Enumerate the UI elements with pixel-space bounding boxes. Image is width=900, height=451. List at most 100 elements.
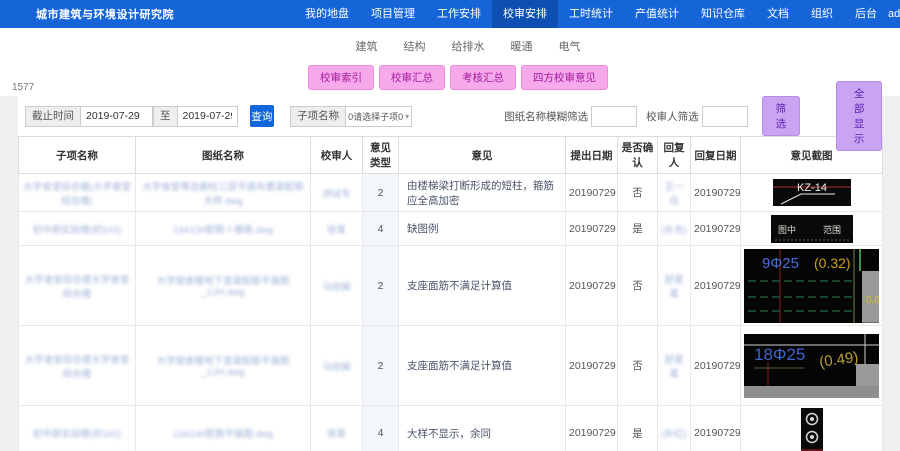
drawing-name-cell: 13A14#配筋平面图.dwg — [136, 406, 311, 451]
confirmed-cell: 否 — [618, 246, 658, 326]
reply-date-cell: 20190729 — [691, 212, 741, 246]
side-value-text: 0.0 — [866, 295, 879, 306]
cad-screenshot-rebar-9d25[interactable]: 9Φ25 (0.32) 0.0 — [744, 249, 879, 323]
tab-structure[interactable]: 结构 — [404, 38, 426, 54]
filter-button[interactable]: 筛选 — [762, 96, 801, 136]
reviewer-filter-label: 校审人筛选 — [646, 109, 699, 124]
opinion-type-cell: 2 — [363, 246, 399, 326]
opinion-cell: 缺图例 — [399, 212, 566, 246]
opinion-type-cell: 2 — [363, 174, 399, 212]
subitem-name-cell: 初中部实验楼(初1#2) — [19, 212, 136, 246]
assessment-summary-button[interactable]: 考核汇总 — [450, 65, 516, 90]
table-header-row: 子项名称 图纸名称 校审人 意见类型 意见 提出日期 是否确认 回复人 回复日期… — [19, 137, 883, 174]
tab-plumbing[interactable]: 给排水 — [452, 38, 485, 54]
submit-date-cell: 20190729 — [566, 246, 618, 326]
submit-date-cell: 20190729 — [566, 326, 618, 406]
nav-item-organization[interactable]: 组织 — [800, 0, 844, 28]
total-count: 1577 — [12, 82, 34, 93]
table-row: 初中部实验楼(初1#2) 13A14#配筋平面图.dwg 徐某 4 大样不显示，… — [19, 406, 883, 451]
nav-item-hours-stats[interactable]: 工时统计 — [558, 0, 624, 28]
col-submit-date: 提出日期 — [566, 137, 618, 174]
subitem-name-cell: 大学食堂综合楼大学食堂综合楼 — [19, 326, 136, 406]
date-to-input[interactable] — [178, 106, 238, 127]
opinion-cell: 由楼梯梁打断形成的短柱，箍筋应全高加密 — [399, 174, 566, 212]
confirmed-cell: 否 — [618, 174, 658, 212]
col-confirmed: 是否确认 — [618, 137, 658, 174]
nav-item-my-space[interactable]: 我的地盘 — [294, 0, 360, 28]
replier-cell: 王一白 — [658, 174, 691, 212]
nav-item-project-mgmt[interactable]: 项目管理 — [360, 0, 426, 28]
table-row: 大学食堂综合楼大学食堂综合楼 大学宿舍楼地下室梁配筋平面图_12H.dwg 马绘… — [19, 326, 883, 406]
col-drawing-name: 图纸名称 — [136, 137, 311, 174]
submit-date-cell: 20190729 — [566, 212, 618, 246]
reviewer-cell: 马绘娟 — [311, 326, 363, 406]
drawing-name-cell: 13A13#配筋＋模板.dwg — [136, 212, 311, 246]
nav-item-output-stats[interactable]: 产值统计 — [624, 0, 690, 28]
discipline-tabs: 建筑 结构 给排水 暖通 电气 — [18, 28, 900, 58]
col-replier: 回复人 — [658, 137, 691, 174]
tab-architecture[interactable]: 建筑 — [356, 38, 378, 54]
reviewer-cell: 马绘娟 — [311, 246, 363, 326]
filter-bar: 截止时间 至 查询 子项名称 0请选择子项0 ▾ 图纸名称模糊筛选 校审人筛选 … — [18, 101, 882, 131]
nav-item-knowledge-base[interactable]: 知识仓库 — [690, 0, 756, 28]
reviewer-filter-input[interactable] — [702, 106, 748, 127]
confirmed-cell: 是 — [618, 406, 658, 451]
col-subitem-name: 子项名称 — [19, 137, 136, 174]
to-label: 至 — [153, 106, 178, 127]
drawing-filter-input[interactable] — [591, 106, 637, 127]
subitem-selected-value: 0请选择子项0 — [348, 110, 403, 123]
tab-hvac[interactable]: 暖通 — [511, 38, 533, 54]
nav-item-work-schedule[interactable]: 工作安排 — [426, 0, 492, 28]
user-dropdown[interactable]: admin — [888, 8, 900, 20]
tab-electrical[interactable]: 电气 — [559, 38, 581, 54]
table-row: 大学食堂综合楼(大学食堂综合楼( 大学食堂等连廊柱三层平面布置梁配筋大样.dwg… — [19, 174, 883, 212]
drawing-name-cell: 大学食堂等连廊柱三层平面布置梁配筋大样.dwg — [136, 174, 311, 212]
subitem-name-cell: 大学食堂综合楼大学食堂综合楼 — [19, 246, 136, 326]
subitem-label: 子项名称 — [290, 106, 346, 127]
table-row: 初中部实验楼(初1#2) 13A13#配筋＋模板.dwg 徐某 4 缺图例 20… — [19, 212, 883, 246]
opinion-cell: 支座面筋不满足计算值 — [399, 326, 566, 406]
drawing-name-cell: 大学宿舍楼地下室梁配筋平面图_12H.dwg — [136, 246, 311, 326]
col-opinion-type: 意见类型 — [363, 137, 399, 174]
opinion-cell: 支座面筋不满足计算值 — [399, 246, 566, 326]
cad-screenshot-detail-strip[interactable] — [801, 408, 823, 451]
review-summary-button[interactable]: 校审汇总 — [379, 65, 445, 90]
cad-screenshot-kz14[interactable]: KZ-14 — [773, 179, 851, 206]
subitem-name-cell: 初中部实验楼(初1#2) — [19, 406, 136, 451]
review-opinion-table: 子项名称 图纸名称 校审人 意见类型 意见 提出日期 是否确认 回复人 回复日期… — [18, 136, 883, 451]
cad-screenshot-rebar-18d25[interactable]: 18Φ25 (0.49) — [744, 334, 879, 398]
nav-item-review-schedule[interactable]: 校审安排 — [492, 0, 558, 28]
main-content: 截止时间 至 查询 子项名称 0请选择子项0 ▾ 图纸名称模糊筛选 校审人筛选 … — [0, 96, 900, 451]
end-date-label: 截止时间 — [25, 106, 81, 127]
ratio-text: (0.32) — [814, 255, 851, 271]
reviewer-cell: 徐某 — [311, 212, 363, 246]
cad-screenshot-note[interactable]: 图中 范围 — [771, 215, 853, 243]
drawing-name-cell: 大学宿舍楼地下室梁配筋平面图_12H.dwg — [136, 326, 311, 406]
opinion-type-cell: 4 — [363, 212, 399, 246]
review-index-button[interactable]: 校审索引 — [308, 65, 374, 90]
four-party-review-button[interactable]: 四方校审意见 — [521, 65, 608, 90]
col-reply-date: 回复日期 — [691, 137, 741, 174]
username: admin — [888, 8, 900, 20]
query-button[interactable]: 查询 — [250, 105, 275, 127]
reply-date-cell: 20190729 — [691, 174, 741, 212]
confirmed-cell: 是 — [618, 212, 658, 246]
nav-item-documents[interactable]: 文档 — [756, 0, 800, 28]
table-row: 大学食堂综合楼大学食堂综合楼 大学宿舍楼地下室梁配筋平面图_12H.dwg 马绘… — [19, 246, 883, 326]
action-button-row: 校审索引 校审汇总 考核汇总 四方校审意见 — [8, 58, 900, 96]
content-panel: 截止时间 至 查询 子项名称 0请选择子项0 ▾ 图纸名称模糊筛选 校审人筛选 … — [18, 96, 882, 451]
reply-date-cell: 20190729 — [691, 406, 741, 451]
reply-date-cell: 20190729 — [691, 246, 741, 326]
nav-item-backend[interactable]: 后台 — [844, 0, 888, 28]
date-from-input[interactable] — [81, 106, 153, 127]
app-title: 城市建筑与环境设计研究院 — [36, 6, 174, 22]
replier-cell: 舒某某 — [658, 326, 691, 406]
note-left-text: 图中 — [778, 224, 796, 235]
replier-cell: 舒某某 — [658, 246, 691, 326]
subitem-select[interactable]: 0请选择子项0 ▾ — [346, 106, 412, 127]
submit-date-cell: 20190729 — [566, 174, 618, 212]
main-menu: 我的地盘 项目管理 工作安排 校审安排 工时统计 产值统计 知识仓库 文档 组织… — [294, 0, 888, 28]
reply-date-cell: 20190729 — [691, 326, 741, 406]
top-navbar: 城市建筑与环境设计研究院 我的地盘 项目管理 工作安排 校审安排 工时统计 产值… — [0, 0, 900, 28]
opinion-cell: 大样不显示，余同 — [399, 406, 566, 451]
